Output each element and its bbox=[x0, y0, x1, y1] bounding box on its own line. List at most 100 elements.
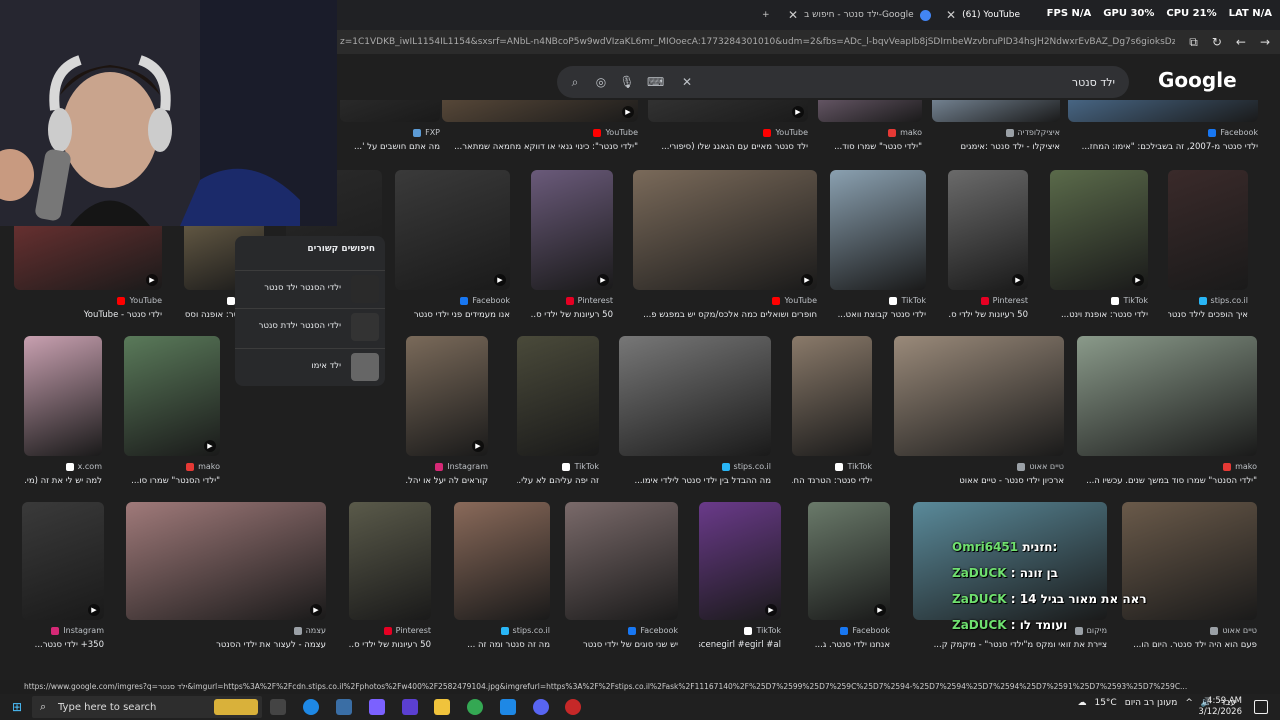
image-result[interactable]: Pinterest 50 רעיונות של ילדי ס... bbox=[349, 502, 431, 662]
image-caption[interactable]: ילדי סנטר - YouTube bbox=[14, 310, 162, 320]
image-source[interactable]: x.com bbox=[65, 462, 102, 471]
image-source[interactable]: Instagram bbox=[435, 462, 488, 471]
image-result[interactable]: TikTok זה יפה עליהם לא עלי... bbox=[517, 336, 599, 498]
image-caption[interactable]: פעם הוא היה ילד סנטר. היום הו... bbox=[1122, 640, 1257, 650]
image-caption[interactable]: יש שני סוגים של ילדי סנטר bbox=[565, 640, 678, 650]
image-caption[interactable]: איך הופכים לילד סנטר? bbox=[1168, 310, 1248, 320]
file-explorer-icon[interactable] bbox=[434, 699, 450, 715]
image-thumbnail[interactable]: ▶ bbox=[948, 170, 1028, 290]
image-source[interactable]: טיים אאוט bbox=[1017, 462, 1064, 471]
mic-icon[interactable]: 🎙 bbox=[619, 74, 635, 90]
image-result[interactable]: TikTok ילדי סנטר: הטרנד הח... bbox=[792, 336, 872, 498]
image-thumbnail[interactable] bbox=[340, 100, 440, 122]
image-thumbnail[interactable]: ▶ bbox=[531, 170, 613, 290]
image-thumbnail[interactable]: ▶ bbox=[648, 100, 808, 122]
image-thumbnail[interactable] bbox=[454, 502, 550, 620]
image-result[interactable]: stips.co.il איך הופכים לילד סנטר? bbox=[1168, 170, 1248, 332]
clock[interactable]: 4:59 AM 3/12/2026 bbox=[1198, 696, 1242, 718]
image-source[interactable]: Facebook bbox=[840, 626, 890, 635]
image-thumbnail[interactable]: ▶ bbox=[699, 502, 781, 620]
image-thumbnail[interactable] bbox=[830, 170, 926, 290]
image-thumbnail[interactable] bbox=[619, 336, 771, 456]
image-result[interactable]: Facebook יש שני סוגים של ילדי סנטר bbox=[565, 502, 678, 662]
image-result[interactable]: ▶ Pinterest 50 רעיונות של ילדי ס... bbox=[948, 170, 1028, 332]
keyboard-icon[interactable]: ⌨ bbox=[647, 74, 664, 90]
image-result[interactable]: ▶ YouTube חופרים ושואלים כמה אלכס/מקס יש ב… bbox=[633, 170, 817, 332]
store-icon[interactable] bbox=[336, 699, 352, 715]
image-thumbnail[interactable]: ▶ bbox=[406, 336, 488, 456]
image-caption[interactable]: 50 רעיונות של ילדי ס... bbox=[349, 640, 431, 650]
copilot-icon[interactable] bbox=[369, 699, 385, 715]
image-thumbnail[interactable] bbox=[517, 336, 599, 456]
image-source[interactable]: Facebook bbox=[628, 626, 678, 635]
image-result[interactable]: Facebook ילדי סנטר מ-2007, זה בשבילכם: "א… bbox=[1068, 100, 1258, 164]
app-icon[interactable] bbox=[402, 699, 418, 715]
image-caption[interactable]: ילדי סנטר קבוצת וואט... bbox=[830, 310, 926, 320]
image-caption[interactable]: ציירת את זואי ומקס מ"ילדי סנטר" - מיקמק … bbox=[913, 640, 1107, 650]
forward-icon[interactable]: → bbox=[1260, 35, 1270, 50]
image-caption[interactable]: "ילדי סנטר": כינוי גנאי או דווקא מחמאה ש… bbox=[442, 142, 638, 152]
image-caption[interactable]: scenegirl #egirl #al... bbox=[699, 640, 781, 650]
image-thumbnail[interactable]: ▶ bbox=[442, 100, 638, 122]
related-item[interactable]: ילדי הסנטר ילדת סנטר bbox=[235, 308, 385, 344]
image-caption[interactable]: מה אתם חושבים על '... bbox=[340, 142, 440, 152]
extensions-icon[interactable]: ⧉ bbox=[1189, 35, 1198, 50]
lens-icon[interactable]: ◎ bbox=[593, 74, 609, 90]
image-source[interactable]: Pinterest bbox=[383, 626, 431, 635]
image-thumbnail[interactable] bbox=[349, 502, 431, 620]
image-result[interactable]: FXP מה אתם חושבים על '... bbox=[340, 100, 440, 164]
image-thumbnail[interactable]: ▶ bbox=[395, 170, 510, 290]
related-item[interactable]: ילד אימו bbox=[235, 348, 385, 384]
image-caption[interactable]: 50 רעיונות של ילדי ס... bbox=[531, 310, 613, 320]
image-source[interactable]: עצמה bbox=[293, 626, 326, 635]
image-caption[interactable]: "ילדי הסנטר" שמרו סו... bbox=[124, 476, 220, 486]
image-result[interactable]: ▶ Pinterest 50 רעיונות של ילדי ס... bbox=[531, 170, 613, 332]
image-source[interactable]: TikTok bbox=[1111, 296, 1148, 305]
app-icon[interactable] bbox=[500, 699, 516, 715]
image-result[interactable]: ▶ TikTok scenegirl #egirl #al... bbox=[699, 502, 781, 662]
image-result[interactable]: ▶ Instagram קוראים לה יעל או יהל... bbox=[406, 336, 488, 498]
image-thumbnail[interactable] bbox=[24, 336, 102, 456]
image-source[interactable]: stips.co.il bbox=[500, 626, 550, 635]
image-caption[interactable]: ילדי סנטר מ-2007, זה בשבילכם: "אימו: המח… bbox=[1068, 142, 1258, 152]
weather-icon[interactable]: ☁ bbox=[1077, 698, 1086, 708]
related-item[interactable]: ילדי הסנטר ילד סנטר bbox=[235, 270, 385, 306]
image-source[interactable]: Facebook bbox=[1208, 128, 1258, 137]
windows-start-icon[interactable]: ⊞ bbox=[12, 701, 24, 713]
image-caption[interactable]: אנחנו ילדי סנטר. ג... bbox=[808, 640, 890, 650]
image-source[interactable]: YouTube bbox=[117, 296, 162, 305]
tab-youtube[interactable]: ✕ (61) YouTube bbox=[946, 4, 1020, 26]
image-caption[interactable]: מה זה סנטר ומה זה ... bbox=[454, 640, 550, 650]
edge-icon[interactable] bbox=[303, 699, 319, 715]
image-source[interactable]: איציקלופדיה bbox=[1005, 128, 1060, 137]
image-caption[interactable]: ארכיון ילדי סנטר - טיים אאוט bbox=[894, 476, 1064, 486]
reload-icon[interactable]: ↻ bbox=[1212, 35, 1222, 50]
image-caption[interactable]: ילד סנטר מאיים עם הגאנג שלו (סיפורי... bbox=[648, 142, 808, 152]
image-result[interactable]: איציקלופדיה איציקלו - ילד סנטר :אימגים bbox=[932, 100, 1060, 164]
discord-icon[interactable] bbox=[533, 699, 549, 715]
image-source[interactable]: Facebook bbox=[460, 296, 510, 305]
image-source[interactable]: YouTube bbox=[772, 296, 817, 305]
image-source[interactable]: TikTok bbox=[835, 462, 872, 471]
close-icon[interactable]: ✕ bbox=[946, 8, 956, 22]
image-source[interactable]: YouTube bbox=[763, 128, 808, 137]
search-icon[interactable]: ⌕ bbox=[567, 74, 583, 90]
image-result[interactable]: x.com למה יש לי את זה (מי... bbox=[24, 336, 102, 498]
clear-icon[interactable]: ✕ bbox=[679, 74, 695, 90]
image-result[interactable]: ▶ mako "ילדי הסנטר" שמרו סו... bbox=[124, 336, 220, 498]
image-caption[interactable]: חופרים ושואלים כמה אלכס/מקס יש במפגש פ..… bbox=[633, 310, 817, 320]
obs-icon[interactable] bbox=[565, 699, 581, 715]
image-source[interactable]: mako bbox=[1223, 462, 1257, 471]
image-result[interactable]: ▶ YouTube "ילדי סנטר": כינוי גנאי או דווקא… bbox=[442, 100, 638, 164]
image-caption[interactable]: 50 רעיונות של ילדי ס... bbox=[948, 310, 1028, 320]
image-thumbnail[interactable] bbox=[894, 336, 1064, 456]
image-source[interactable]: stips.co.il bbox=[721, 462, 771, 471]
chrome-icon[interactable] bbox=[467, 699, 483, 715]
image-source[interactable]: FXP bbox=[413, 128, 440, 137]
image-source[interactable]: mako bbox=[888, 128, 922, 137]
image-thumbnail[interactable]: ▶ bbox=[124, 336, 220, 456]
image-result[interactable]: stips.co.il מה זה סנטר ומה זה ... bbox=[454, 502, 550, 662]
image-thumbnail[interactable] bbox=[1077, 336, 1257, 456]
new-tab-button[interactable]: + bbox=[762, 4, 770, 26]
image-thumbnail[interactable] bbox=[818, 100, 922, 122]
